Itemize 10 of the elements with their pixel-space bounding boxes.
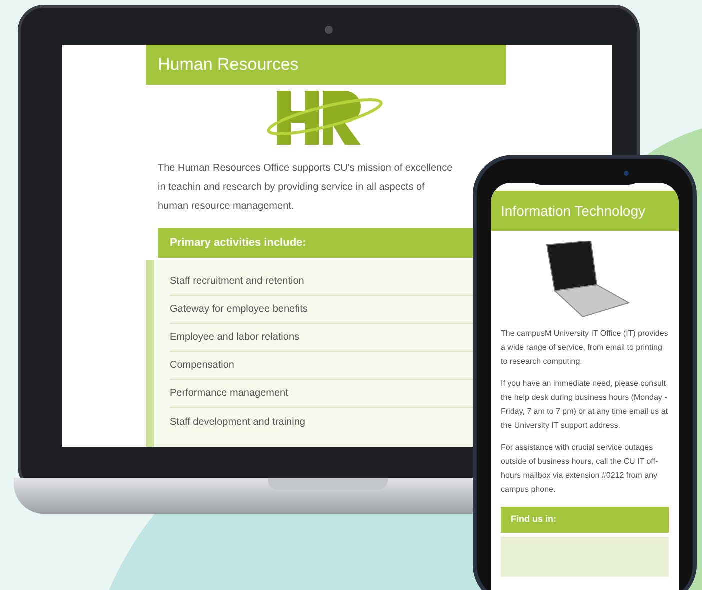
body-paragraph: For assistance with crucial service outages outside of business hours, call the CU IT off-hours mailbox via extension #0212 from any campus phone.	[501, 442, 660, 496]
intro-paragraph: The Human Resources Office supports CU's mission of excellence in teachin and research by providing service in all aspects of human resource management.	[157, 162, 454, 214]
camera-icon	[325, 26, 333, 34]
body-paragraph: The campusM University IT Office (IT) provides a wide range of service, from email to printing to research computing.	[501, 328, 669, 368]
section-title: Find us in:	[511, 513, 556, 526]
camera-icon	[624, 171, 629, 176]
section-title: Primary activities include:	[170, 236, 306, 251]
page-title: Human Resources	[158, 54, 299, 76]
body-paragraph: If you have an immediate need, please consult the help desk during business hours (Monday - Friday, 7 am to 7 pm) or at any time email us at the University IT support address.	[501, 378, 669, 432]
page-title: Information Technology	[501, 202, 646, 221]
